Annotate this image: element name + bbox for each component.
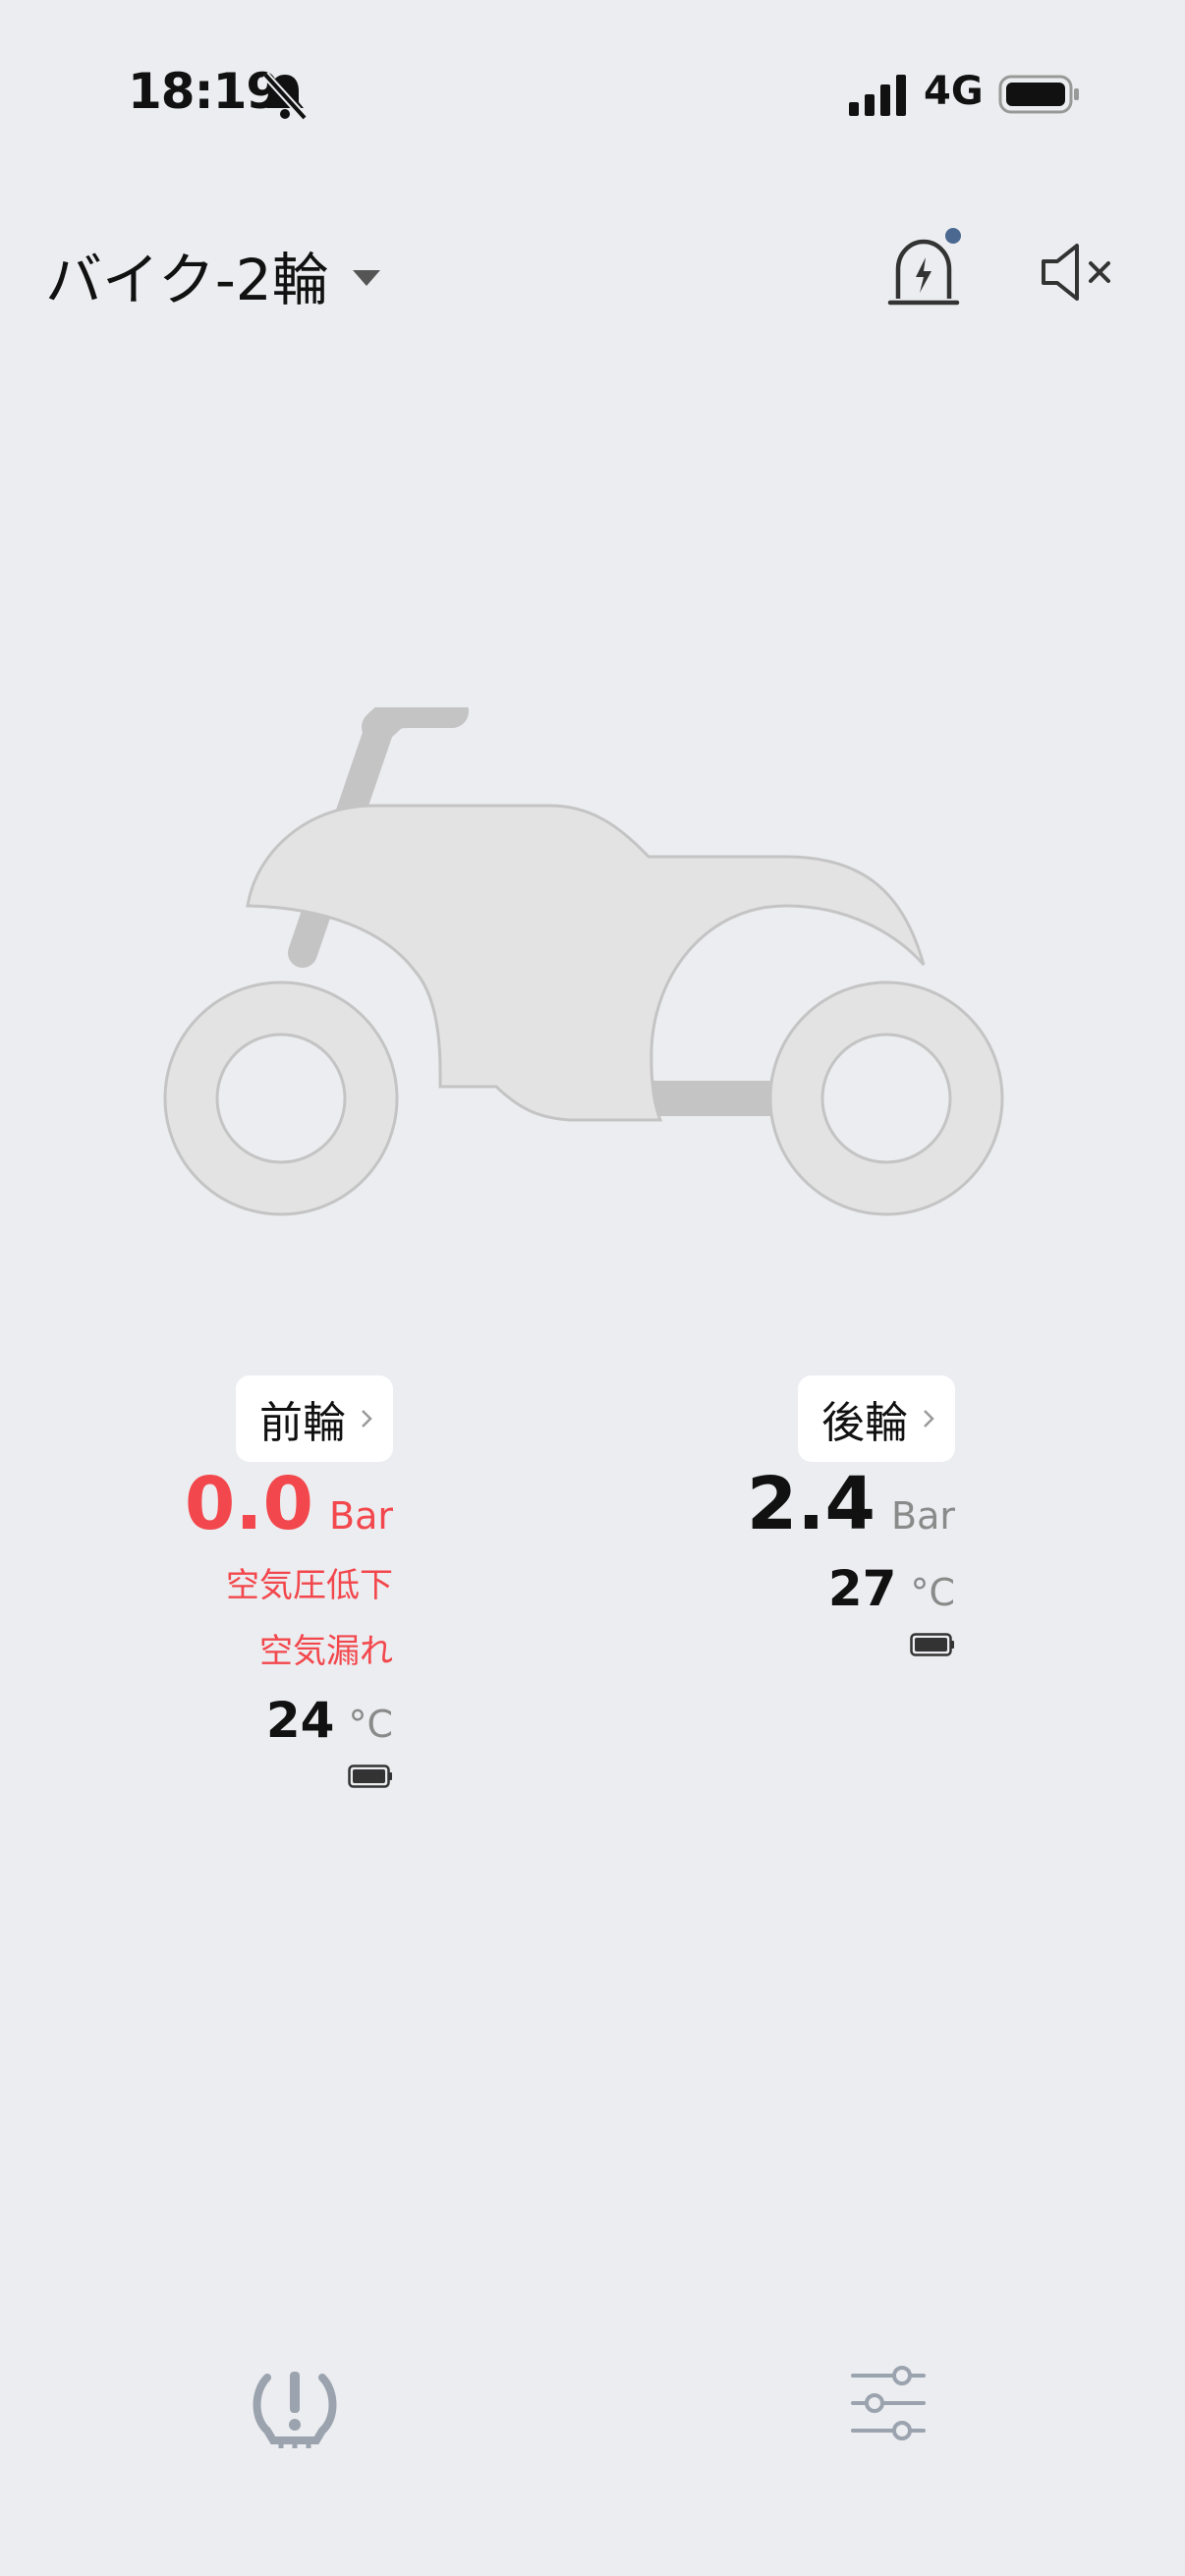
alarm-light-icon[interactable] [884,224,963,312]
chevron-right-icon [362,1410,372,1428]
front-temp-value: 24 [265,1692,335,1749]
status-time: 18:19 [128,63,280,120]
sensor-battery-icon [910,1633,954,1656]
sensor-battery-icon [348,1764,392,1788]
speaker-mute-icon[interactable] [1040,240,1118,305]
front-tire-button[interactable]: 前輪 [236,1375,393,1462]
signal-icon [849,75,906,116]
vehicle-name: バイク-2輪 [45,247,329,313]
sliders-icon[interactable] [847,2362,930,2444]
tpms-warning-icon[interactable] [246,2358,344,2456]
rear-tire-panel: 後輪 2.4 Bar 27 °C [747,1375,955,1656]
front-pressure-unit: Bar [329,1494,393,1538]
network-type: 4G [924,69,984,114]
front-tire-label: 前輪 [259,1398,346,1448]
chevron-down-icon [352,270,380,286]
rear-pressure-unit: Bar [891,1494,955,1538]
rear-tire-label: 後輪 [821,1398,908,1448]
chevron-right-icon [924,1410,934,1428]
status-bar: 18:19 4G [0,0,1185,196]
rear-pressure-value: 2.4 [746,1462,876,1546]
bell-off-icon [262,72,308,121]
front-warning-leak: 空気漏れ [259,1632,393,1671]
rear-temp-unit: °C [910,1571,955,1614]
motorcycle-illustration [163,707,1004,1216]
rear-temp-value: 27 [827,1560,897,1617]
battery-icon [998,75,1079,114]
front-pressure-value: 0.0 [184,1462,314,1546]
rear-tire-button[interactable]: 後輪 [798,1375,955,1462]
front-temp-unit: °C [348,1703,393,1746]
vehicle-selector[interactable]: バイク-2輪 [45,234,380,316]
front-tire-panel: 前輪 0.0 Bar 空気圧低下 空気漏れ 24 °C [185,1375,393,1788]
front-warning-low-pressure: 空気圧低下 [226,1566,393,1605]
